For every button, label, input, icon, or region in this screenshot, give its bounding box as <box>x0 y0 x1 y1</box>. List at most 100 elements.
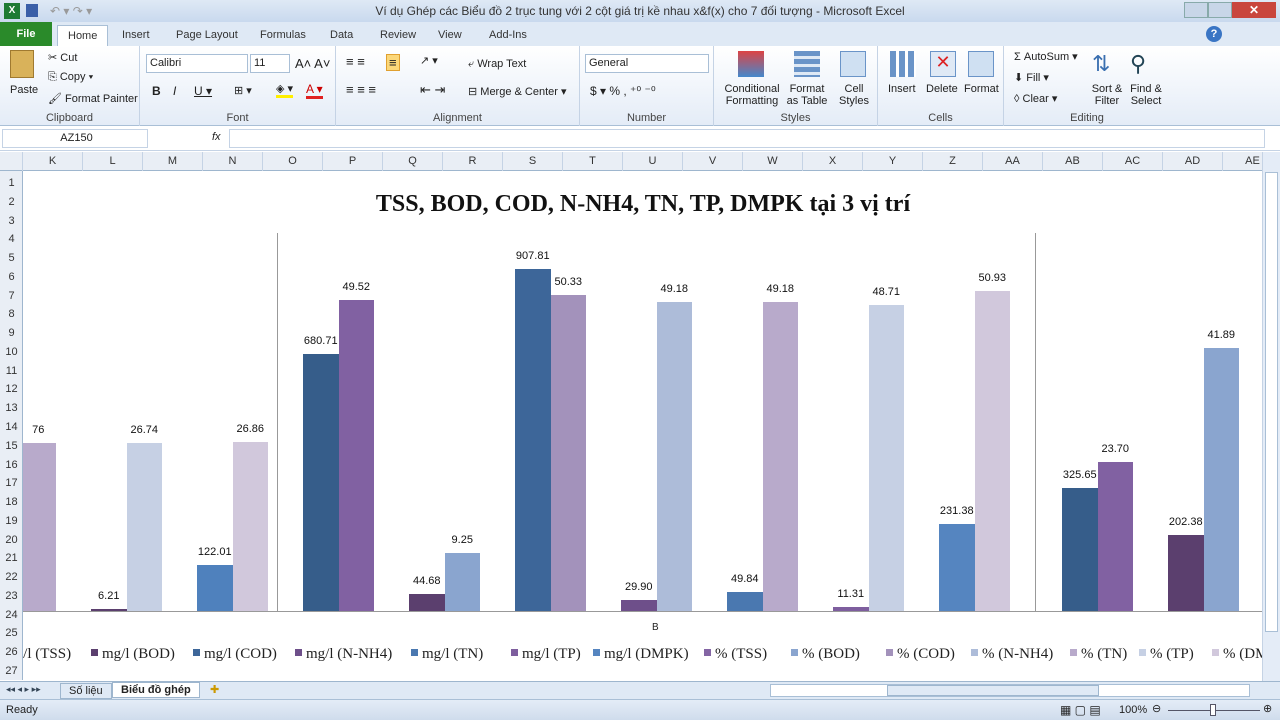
conditional-formatting-button[interactable]: Conditional Formatting <box>722 83 782 107</box>
vertical-scrollbar[interactable] <box>1262 152 1280 681</box>
row-header[interactable]: 18 <box>0 493 23 511</box>
row-header[interactable]: 23 <box>0 587 23 605</box>
row-header[interactable]: 11 <box>0 362 23 380</box>
number-format-select[interactable]: General <box>585 54 709 73</box>
undo-icon[interactable]: ↶ ▾ ↷ ▾ <box>50 0 92 22</box>
zoom-in-button[interactable]: ⊕ <box>1263 702 1272 715</box>
row-header[interactable]: 5 <box>0 249 23 267</box>
column-header[interactable]: N <box>203 152 263 171</box>
horizontal-scroll-thumb[interactable] <box>887 685 1099 696</box>
view-buttons[interactable]: ▦ ▢ ▤ <box>1060 703 1101 717</box>
bar[interactable] <box>1203 347 1239 611</box>
legend-item[interactable]: % (TP) <box>1139 646 1194 663</box>
tab-formulas[interactable]: Formulas <box>250 25 316 46</box>
legend-item[interactable]: % (TN) <box>1070 646 1127 663</box>
column-header[interactable]: AA <box>983 152 1043 171</box>
row-header[interactable]: 6 <box>0 268 23 286</box>
zoom-slider-thumb[interactable] <box>1210 704 1216 716</box>
zoom-level[interactable]: 100% <box>1119 704 1147 716</box>
bar[interactable] <box>868 305 904 611</box>
font-name-select[interactable]: Calibri <box>146 54 248 73</box>
legend-item[interactable]: mg/l (TN) <box>411 646 483 663</box>
row-header[interactable]: 10 <box>0 343 23 361</box>
bar[interactable] <box>762 302 798 611</box>
tab-home[interactable]: Home <box>57 25 109 46</box>
underline-button[interactable]: U ▾ <box>194 84 212 98</box>
legend-item[interactable]: % (TSS) <box>704 646 767 663</box>
bar[interactable] <box>1097 462 1133 611</box>
format-button[interactable]: Format <box>964 83 999 95</box>
row-header[interactable]: 13 <box>0 399 23 417</box>
row-header[interactable]: 8 <box>0 305 23 323</box>
column-header[interactable]: X <box>803 152 863 171</box>
legend-item[interactable]: % (N-NH4) <box>971 646 1053 663</box>
row-header[interactable]: 22 <box>0 568 23 586</box>
vertical-scroll-thumb[interactable] <box>1265 172 1278 632</box>
row-header[interactable]: 24 <box>0 606 23 624</box>
align-left-center-right[interactable]: ≡ ≡ ≡ <box>346 82 376 97</box>
tab-view[interactable]: View <box>428 25 472 46</box>
row-header[interactable]: 7 <box>0 287 23 305</box>
copy-button[interactable]: ⎘ Copy ▾ <box>48 71 93 84</box>
zoom-out-button[interactable]: ⊖ <box>1152 702 1161 715</box>
clear-button[interactable]: ◊ Clear ▾ <box>1014 92 1057 105</box>
column-header[interactable]: V <box>683 152 743 171</box>
orientation-button[interactable]: ↗ ▾ <box>420 54 438 67</box>
insert-function-button[interactable]: fx <box>212 131 221 143</box>
formula-input[interactable] <box>229 129 1265 148</box>
column-header[interactable]: AB <box>1043 152 1103 171</box>
row-header[interactable]: 1 <box>0 174 23 192</box>
row-header[interactable]: 3 <box>0 212 23 230</box>
row-header[interactable]: 20 <box>0 531 23 549</box>
tab-add-ins[interactable]: Add-Ins <box>479 25 537 46</box>
font-size-select[interactable]: 11 <box>250 54 290 73</box>
save-icon[interactable] <box>26 4 38 17</box>
bar[interactable] <box>1062 488 1098 611</box>
legend-item[interactable]: mg/l (TP) <box>511 646 581 663</box>
autosum-button[interactable]: Σ AutoSum ▾ <box>1014 50 1078 63</box>
select-all-button[interactable] <box>0 152 23 171</box>
legend-item[interactable]: mg/l (N-NH4) <box>295 646 392 663</box>
close-button[interactable]: ✕ <box>1232 2 1276 18</box>
legend-item[interactable]: mg/l (TSS) <box>23 646 71 663</box>
bar[interactable] <box>126 443 162 611</box>
bar[interactable] <box>727 592 763 611</box>
tab-review[interactable]: Review <box>370 25 426 46</box>
sheet-tab-so-lieu[interactable]: Số liệu <box>60 683 112 699</box>
tab-data[interactable]: Data <box>320 25 363 46</box>
legend-item[interactable]: % (COD) <box>886 646 955 663</box>
legend-item[interactable]: mg/l (BOD) <box>91 646 175 663</box>
column-header[interactable]: W <box>743 152 803 171</box>
column-header[interactable]: AD <box>1163 152 1223 171</box>
column-header[interactable]: Y <box>863 152 923 171</box>
legend-item[interactable]: % (DMPK) <box>1212 646 1263 663</box>
row-header[interactable]: 19 <box>0 512 23 530</box>
horizontal-scrollbar[interactable] <box>770 684 1250 697</box>
paste-button[interactable]: Paste <box>10 84 38 96</box>
row-header[interactable]: 25 <box>0 624 23 642</box>
combined-chart[interactable]: TSS, BOD, COD, N-NH4, TN, TP, DMPK tại 3… <box>23 171 1263 680</box>
grow-font-button[interactable]: A˄ A˅ <box>295 56 330 71</box>
column-header[interactable]: K <box>23 152 83 171</box>
legend-item[interactable]: mg/l (DMPK) <box>593 646 689 663</box>
align-bottom-button[interactable]: ≡ <box>386 54 400 71</box>
sort-filter-button[interactable]: Sort & Filter <box>1088 83 1126 107</box>
row-header[interactable]: 14 <box>0 418 23 436</box>
tab-file[interactable]: File <box>0 22 52 46</box>
row-header[interactable]: 2 <box>0 193 23 211</box>
help-icon[interactable]: ? <box>1206 26 1222 42</box>
column-header[interactable]: M <box>143 152 203 171</box>
bar[interactable] <box>656 302 692 611</box>
delete-button[interactable]: Delete <box>926 83 958 95</box>
column-header[interactable]: O <box>263 152 323 171</box>
row-header[interactable]: 17 <box>0 474 23 492</box>
bar[interactable] <box>550 294 586 611</box>
column-header[interactable]: T <box>563 152 623 171</box>
borders-button[interactable]: ⊞ ▾ <box>234 84 252 97</box>
sheet-tab-bieu-do-ghep[interactable]: Biểu đồ ghép <box>112 682 200 698</box>
find-select-button[interactable]: Find & Select <box>1126 83 1166 107</box>
row-header[interactable]: 16 <box>0 456 23 474</box>
column-header[interactable]: P <box>323 152 383 171</box>
minimize-button[interactable] <box>1184 2 1208 18</box>
column-header[interactable]: Z <box>923 152 983 171</box>
